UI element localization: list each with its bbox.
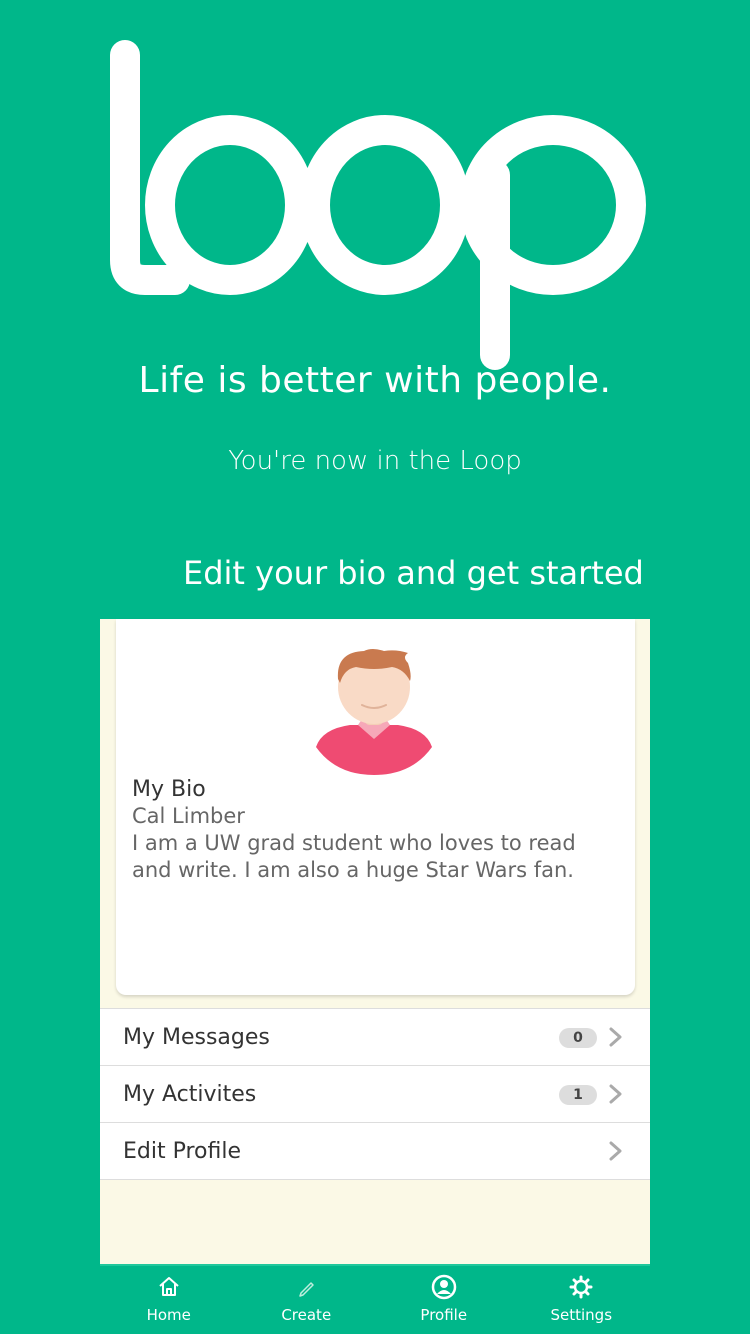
tab-bar: Home Create Profile Settings [100, 1264, 650, 1334]
gear-icon [569, 1275, 593, 1299]
edit-profile-item[interactable]: Edit Profile [100, 1123, 650, 1180]
welcome-screen: Life is better with people. You're now i… [0, 0, 750, 1334]
home-icon [159, 1277, 179, 1296]
chevron-right-icon [609, 1027, 622, 1047]
chevron-right-icon [609, 1141, 622, 1161]
tab-home[interactable]: Home [100, 1266, 238, 1334]
tab-label: Create [281, 1306, 332, 1324]
messages-count-badge: 0 [559, 1028, 597, 1048]
tab-label: Settings [550, 1306, 613, 1324]
list-item-label: My Activites [123, 1081, 257, 1107]
my-activities-item[interactable]: My Activites 1 [100, 1066, 650, 1123]
bio-text: I am a UW grad student who loves to read… [132, 831, 576, 882]
my-messages-item[interactable]: My Messages 0 [100, 1009, 650, 1066]
tab-create[interactable]: Create [238, 1266, 376, 1334]
tab-settings[interactable]: Settings [513, 1266, 651, 1334]
pencil-icon [299, 1282, 314, 1297]
list-item-label: Edit Profile [123, 1138, 242, 1164]
profile-panel: My Bio Cal Limber I am a UW grad student… [100, 619, 650, 1264]
bio-title: My Bio [132, 777, 206, 802]
profile-menu: My Messages 0 My Activites 1 Edit Profil… [100, 1008, 650, 1180]
tagline: Life is better with people. [138, 360, 612, 401]
tab-label: Profile [420, 1306, 468, 1324]
bio-name: Cal Limber [132, 804, 245, 828]
tab-profile[interactable]: Profile [375, 1266, 513, 1334]
tab-label: Home [146, 1306, 191, 1324]
bio-card: My Bio Cal Limber I am a UW grad student… [116, 619, 635, 995]
loop-logo [110, 40, 646, 370]
subtagline: You're now in the Loop [228, 446, 522, 476]
list-item-label: My Messages [123, 1024, 270, 1050]
chevron-right-icon [609, 1084, 622, 1104]
profile-icon [431, 1274, 456, 1300]
activities-count-badge: 1 [559, 1085, 597, 1105]
call-to-action: Edit your bio and get started [183, 554, 644, 592]
avatar [316, 649, 432, 775]
